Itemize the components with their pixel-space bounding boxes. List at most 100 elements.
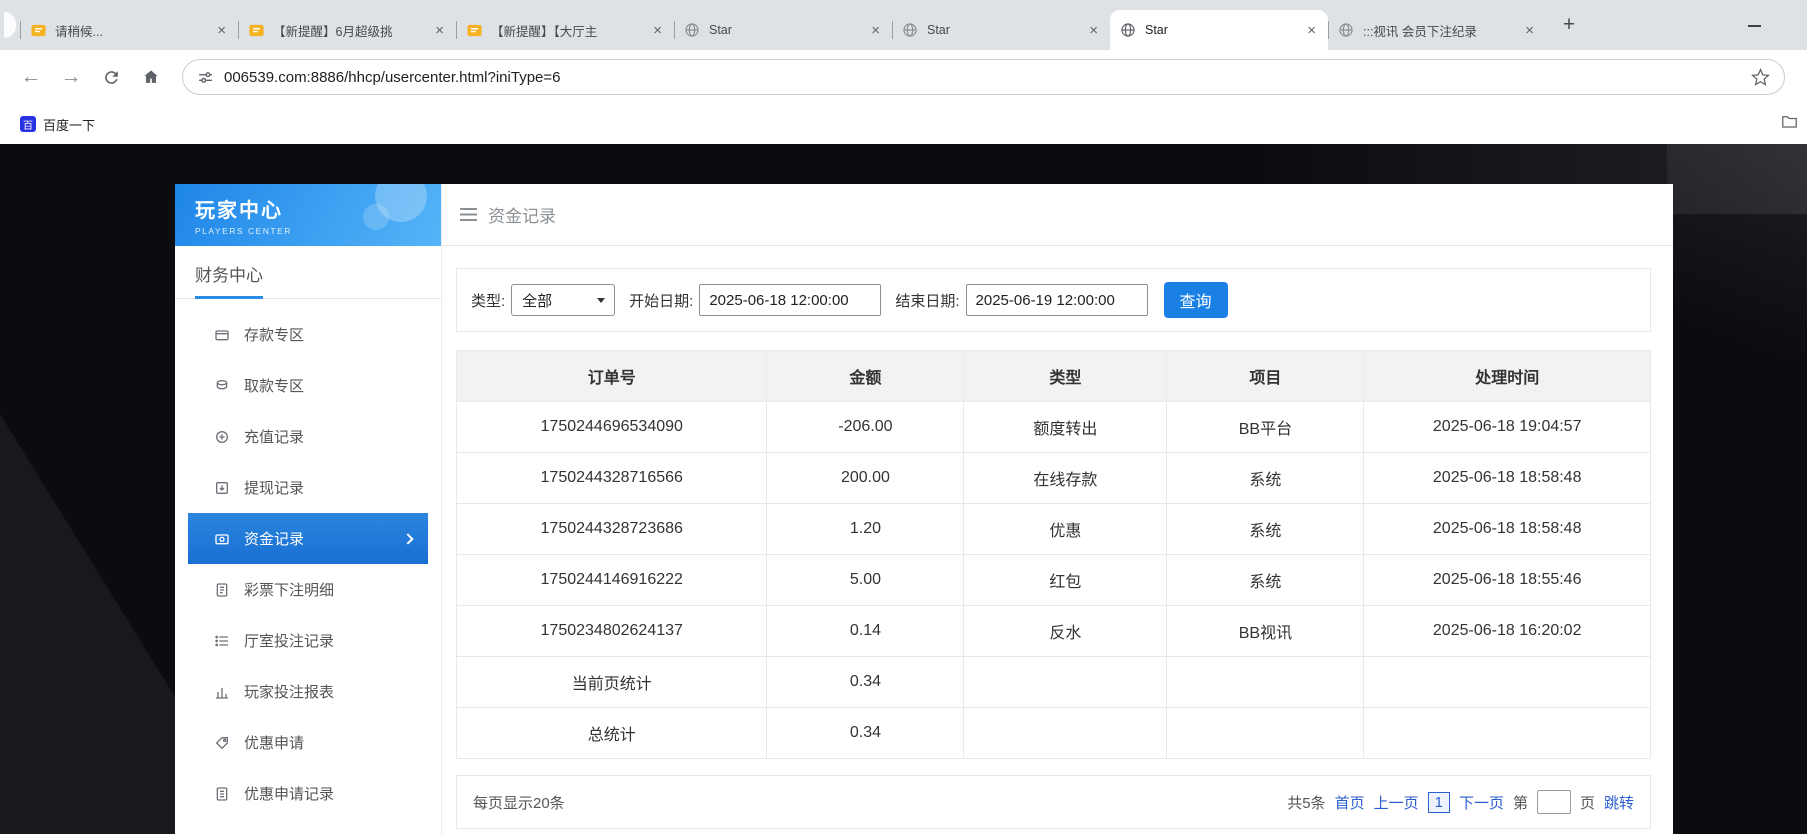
cell-time: 2025-06-18 18:55:46 bbox=[1363, 554, 1651, 606]
back-button[interactable]: ← bbox=[14, 60, 48, 94]
current-page-badge[interactable]: 1 bbox=[1427, 791, 1450, 813]
column-header-amount: 金额 bbox=[766, 350, 965, 402]
table-header-row: 订单号 金额 类型 项目 处理时间 bbox=[455, 350, 1651, 402]
cell-time: 2025-06-18 16:20:02 bbox=[1363, 605, 1651, 657]
cell-empty bbox=[1363, 656, 1651, 708]
page-title: 资金记录 bbox=[488, 207, 556, 226]
cell-amount: 1.20 bbox=[766, 503, 965, 555]
jump-link[interactable]: 跳转 bbox=[1604, 792, 1634, 813]
pagination-bar: 每页显示20条 共5条 首页 上一页 1 下一页 第 页 跳转 bbox=[456, 775, 1651, 829]
sidebar-item-promo-apply-records[interactable]: 优惠申请记录 bbox=[188, 768, 428, 819]
sidebar-item-hall-bet-records[interactable]: 厅室投注记录 bbox=[188, 615, 428, 666]
sidebar-item-label: 资金记录 bbox=[244, 531, 305, 548]
tab-close-icon[interactable]: × bbox=[869, 21, 882, 40]
sidebar-item-player-bet-report[interactable]: 玩家投注报表 bbox=[188, 666, 428, 717]
new-tab-button[interactable]: + bbox=[1552, 8, 1586, 42]
type-select[interactable]: 全部 bbox=[511, 284, 616, 316]
tab-title: 【新提醒】6月超级挑 bbox=[273, 24, 393, 39]
user-center-panel: 玩家中心 PLAYERS CENTER 财务中心 存款专区 取款专区 充值记录 … bbox=[175, 184, 1673, 834]
mail-favicon bbox=[30, 22, 47, 39]
cell-time: 2025-06-18 18:58:48 bbox=[1363, 503, 1651, 555]
fund-records-icon bbox=[215, 533, 229, 544]
document-list-icon bbox=[216, 786, 228, 801]
forward-button[interactable]: → bbox=[54, 60, 88, 94]
tab-close-icon[interactable]: × bbox=[215, 21, 228, 40]
tab-3[interactable]: 【新提醒】【大厅主 × bbox=[456, 10, 674, 50]
prev-page-link[interactable]: 上一页 bbox=[1374, 792, 1419, 813]
bookmarks-bar: 百 百度一下 bbox=[0, 104, 1807, 144]
type-select-value: 全部 bbox=[522, 292, 553, 310]
site-controls-icon[interactable] bbox=[197, 69, 214, 86]
sidebar-item-withdraw-records[interactable]: 提现记录 bbox=[188, 462, 428, 513]
bookmark-star-icon[interactable] bbox=[1751, 67, 1770, 87]
end-date-input[interactable] bbox=[965, 284, 1148, 316]
tab-close-icon[interactable]: × bbox=[1523, 21, 1536, 40]
mail-favicon bbox=[248, 22, 265, 39]
start-date-label: 开始日期: bbox=[629, 292, 694, 310]
cell-type: 反水 bbox=[963, 605, 1168, 657]
sidebar-item-promo-apply[interactable]: 优惠申请 bbox=[188, 717, 428, 768]
pagination-controls: 共5条 首页 上一页 1 下一页 第 页 跳转 bbox=[1287, 790, 1634, 814]
tab-7[interactable]: :::视讯 会员下注纪录 × bbox=[1328, 10, 1546, 50]
sidebar-item-label: 充值记录 bbox=[244, 429, 305, 446]
tab-2[interactable]: 【新提醒】6月超级挑 × bbox=[238, 10, 456, 50]
tab-close-icon[interactable]: × bbox=[651, 21, 664, 40]
minimize-button[interactable] bbox=[1748, 25, 1761, 27]
table-row: 1750244696534090 -206.00 额度转出 BB平台 2025-… bbox=[455, 401, 1651, 453]
tab-close-icon[interactable]: × bbox=[1305, 21, 1318, 40]
table-row: 1750234802624137 0.14 反水 BB视讯 2025-06-18… bbox=[455, 605, 1651, 657]
globe-favicon bbox=[684, 22, 701, 39]
tab-6-active[interactable]: Star × bbox=[1110, 10, 1328, 50]
cell-time: 2025-06-18 19:04:57 bbox=[1363, 401, 1651, 453]
address-bar[interactable]: 006539.com:8886/hhcp/usercenter.html?ini… bbox=[182, 59, 1785, 95]
end-date-label: 结束日期: bbox=[895, 292, 960, 310]
tab-4[interactable]: Star × bbox=[674, 10, 892, 50]
background-shape bbox=[1667, 144, 1807, 444]
sidebar-item-lottery-bet-detail[interactable]: 彩票下注明细 bbox=[188, 564, 428, 615]
sidebar-item-fund-records[interactable]: 资金记录 bbox=[188, 513, 428, 564]
coins-icon bbox=[216, 379, 228, 389]
cell-amount: 5.00 bbox=[766, 554, 965, 606]
sidebar-item-deposit[interactable]: 存款专区 bbox=[188, 309, 428, 360]
tab-title: Star bbox=[1145, 23, 1168, 37]
page-prefix-text: 第 bbox=[1512, 794, 1528, 812]
sidebar-section-personal: 个人中心 bbox=[175, 827, 441, 834]
sidebar-item-label: 彩票下注明细 bbox=[244, 582, 335, 599]
hamburger-icon bbox=[460, 208, 477, 221]
cell-amount: 0.14 bbox=[766, 605, 965, 657]
start-date-input[interactable] bbox=[699, 284, 882, 316]
tab-5[interactable]: Star × bbox=[892, 10, 1110, 50]
cell-empty bbox=[1166, 656, 1365, 708]
cell-project: 系统 bbox=[1166, 452, 1365, 504]
sidebar-item-recharge-records[interactable]: 充值记录 bbox=[188, 411, 428, 462]
page-jump-input[interactable] bbox=[1536, 790, 1571, 814]
home-button[interactable] bbox=[134, 60, 168, 94]
next-page-link[interactable]: 下一页 bbox=[1459, 792, 1504, 813]
cell-order-no: 1750244696534090 bbox=[455, 401, 768, 453]
sidebar-item-label: 取款专区 bbox=[244, 378, 305, 395]
bookmarks-folder-icon[interactable] bbox=[1780, 112, 1799, 136]
reload-button[interactable] bbox=[94, 60, 128, 94]
search-button[interactable]: 查询 bbox=[1163, 282, 1228, 318]
deposit-card-icon bbox=[215, 329, 229, 340]
sidebar-item-label: 优惠申请记录 bbox=[244, 786, 335, 803]
bookmark-baidu[interactable]: 百 百度一下 bbox=[12, 111, 103, 138]
tab-close-icon[interactable]: × bbox=[1087, 21, 1100, 40]
cell-order-no: 1750234802624137 bbox=[455, 605, 768, 657]
column-header-project: 项目 bbox=[1166, 350, 1365, 402]
cell-type: 优惠 bbox=[963, 503, 1168, 555]
cell-project: BB平台 bbox=[1166, 401, 1365, 453]
tab-title: 请稍候... bbox=[55, 24, 103, 39]
cell-order-no: 1750244328716566 bbox=[455, 452, 768, 504]
tab-close-icon[interactable]: × bbox=[433, 21, 446, 40]
table-row-total-summary: 总统计 0.34 bbox=[455, 707, 1651, 759]
leftmost-tab-fragment[interactable] bbox=[4, 12, 16, 38]
tab-title: Star bbox=[709, 23, 732, 37]
bar-chart-icon bbox=[216, 687, 228, 699]
url-text[interactable]: 006539.com:8886/hhcp/usercenter.html?ini… bbox=[224, 69, 1741, 86]
tab-1[interactable]: 请稍候... × bbox=[20, 10, 238, 50]
first-page-link[interactable]: 首页 bbox=[1335, 792, 1365, 813]
sidebar-item-withdraw[interactable]: 取款专区 bbox=[188, 360, 428, 411]
globe-favicon bbox=[902, 22, 919, 39]
tab-strip: 请稍候... × 【新提醒】6月超级挑 × 【新提醒】【大厅主 × Star ×… bbox=[0, 0, 1807, 50]
